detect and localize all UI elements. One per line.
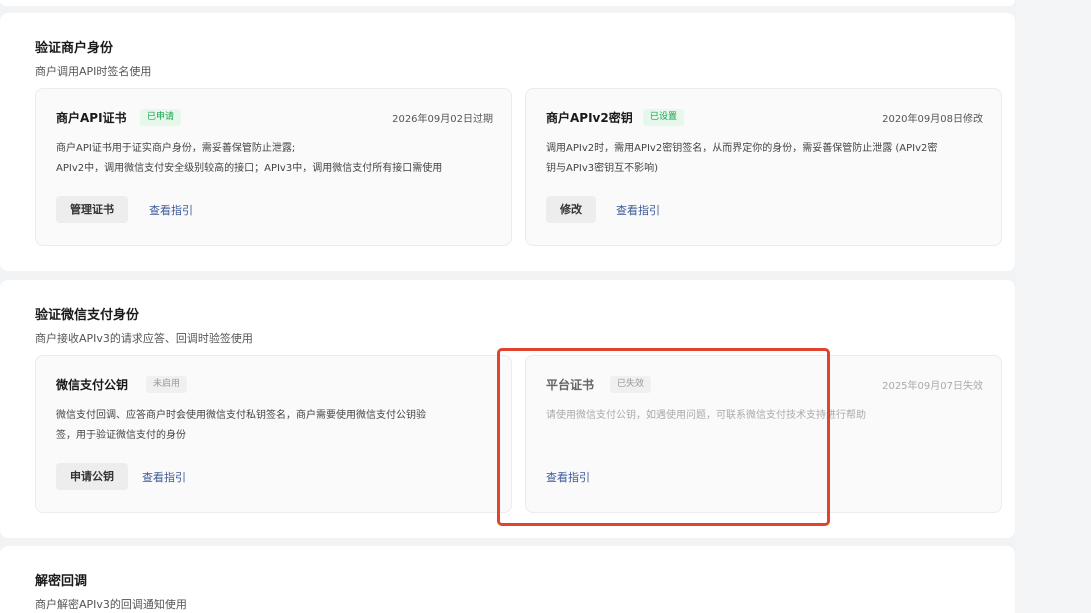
apply-public-key-button[interactable]: 申请公钥 (56, 463, 128, 490)
modify-button[interactable]: 修改 (546, 196, 596, 223)
card-description: 商户API证书用于证实商户身份，需妥善保管防止泄露; APIv2中，调用微信支付… (56, 139, 493, 179)
status-badge: 已设置 (643, 109, 685, 126)
decrypt-callback-section: 解密回调 商户解密APIv3的回调通知使用 (0, 546, 1015, 613)
card-title: 商户APIv2密钥 (546, 111, 633, 125)
section-title: 验证微信支付身份 (35, 308, 140, 323)
card-description: 调用APIv2时，需用APIv2密钥签名，从而界定你的身份，需妥善保管防止泄露 … (546, 139, 983, 179)
modified-date: 2020年09月08日修改 (882, 114, 983, 125)
manage-cert-button[interactable]: 管理证书 (56, 196, 128, 223)
section-subtitle: 商户解密APIv3的回调通知使用 (35, 598, 187, 611)
section-title: 验证商户身份 (35, 41, 114, 56)
right-margin (1016, 0, 1091, 613)
status-badge: 未启用 (146, 376, 188, 393)
merchant-identity-section: 验证商户身份 商户调用API时签名使用 商户API证书 已申请 2026年09月… (0, 13, 1015, 271)
card-description: 微信支付回调、应答商户时会使用微信支付私钥签名，商户需要使用微信支付公钥验 签，… (56, 406, 493, 446)
card-title: 商户API证书 (56, 111, 127, 125)
desc-line: 钥与APIv3密钥互不影响) (546, 163, 659, 174)
section-title: 解密回调 (35, 574, 88, 589)
section-subtitle: 商户接收APIv3的请求应答、回调时验签使用 (35, 332, 253, 345)
highlight-box (497, 348, 830, 526)
status-badge: 已申请 (140, 109, 182, 126)
view-guide-link[interactable]: 查看指引 (616, 202, 660, 218)
card-title: 微信支付公钥 (56, 378, 129, 392)
desc-line: 微信支付回调、应答商户时会使用微信支付私钥签名，商户需要使用微信支付公钥验 (56, 410, 426, 421)
desc-line: 签，用于验证微信支付的身份 (56, 430, 186, 441)
previous-section-edge (0, 0, 1015, 6)
desc-line: 调用APIv2时，需用APIv2密钥签名，从而界定你的身份，需妥善保管防止泄露 … (546, 143, 938, 154)
desc-line: 商户API证书用于证实商户身份，需妥善保管防止泄露; (56, 143, 296, 154)
merchant-api-cert-card: 商户API证书 已申请 2026年09月02日过期 商户API证书用于证实商户身… (35, 88, 512, 246)
view-guide-link[interactable]: 查看指引 (142, 469, 186, 485)
expiry-date: 2026年09月02日过期 (392, 114, 493, 125)
wechatpay-public-key-card: 微信支付公钥 未启用 微信支付回调、应答商户时会使用微信支付私钥签名，商户需要使… (35, 355, 512, 513)
view-guide-link[interactable]: 查看指引 (149, 202, 193, 218)
merchant-apiv2-key-card: 商户APIv2密钥 已设置 2020年09月08日修改 调用APIv2时，需用A… (525, 88, 1002, 246)
desc-line: APIv2中，调用微信支付安全级别较高的接口；APIv3中，调用微信支付所有接口… (56, 163, 443, 174)
page: 验证商户身份 商户调用API时签名使用 商户API证书 已申请 2026年09月… (0, 0, 1091, 613)
expired-date: 2025年09月07日失效 (882, 381, 983, 392)
section-subtitle: 商户调用API时签名使用 (35, 65, 152, 78)
